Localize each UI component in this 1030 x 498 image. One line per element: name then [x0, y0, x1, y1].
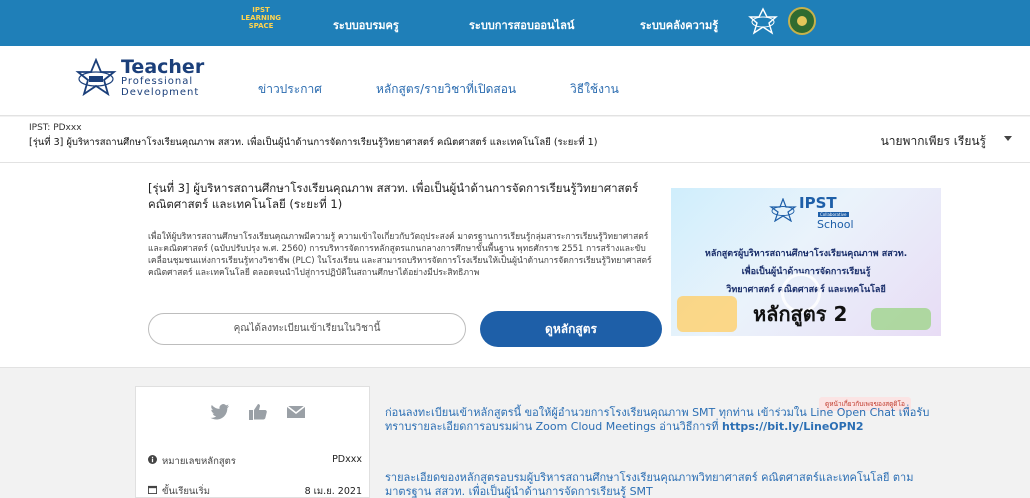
announcement: ก่อนลงทะเบียนเข้าหลักสูตรนี้ ขอให้ผู้อำน…: [385, 406, 935, 434]
site-header: Teacher Professional Development ข่าวประ…: [0, 46, 1030, 116]
course-code-label: หมายเลขหลักสูตร: [162, 456, 236, 467]
view-course-button[interactable]: ดูหลักสูตร: [480, 311, 662, 347]
course-title: [รุ่นที่ 3] ผู้บริหารสถานศึกษาโรงเรียนคุ…: [29, 137, 598, 148]
menu-news[interactable]: ข่าวประกาศ: [258, 80, 322, 99]
nav-teacher-training[interactable]: ระบบอบรมครู: [333, 16, 399, 34]
brand-line-3: SPACE: [248, 22, 274, 30]
course-detail-text: รายละเอียดของหลักสูตรอบรมผู้บริหารสถานศึ…: [385, 471, 914, 498]
brand-line-2: LEARNING: [240, 14, 282, 22]
course-video-thumbnail[interactable]: IPST Collaborative School หลักสูตรผู้บริ…: [671, 188, 941, 336]
thumbnail-line-1: หลักสูตรผู้บริหารสถานศึกษาโรงเรียนคุณภาพ…: [704, 249, 908, 259]
brand-line-1: IPST: [252, 6, 270, 14]
nav-online-exam[interactable]: ระบบการสอบออนไลน์: [469, 16, 574, 34]
course-card-title: [รุ่นที่ 3] ผู้บริหารสถานศึกษาโรงเรียนคุ…: [148, 181, 639, 211]
nav-knowledge-base[interactable]: ระบบคลังความรู้: [640, 16, 718, 34]
teacher-professional-development-logo[interactable]: Teacher Professional Development: [75, 58, 204, 98]
share-icons: [210, 403, 306, 421]
enrolled-status-field: คุณได้ลงทะเบียนเข้าเรียนในวิชานี้: [148, 313, 466, 345]
chevron-down-icon[interactable]: [1004, 136, 1012, 141]
course-description: เพื่อให้ผู้บริหารสถานศึกษาโรงเรียนคุณภาพ…: [148, 232, 652, 278]
tpd-emblem-icon: [75, 58, 117, 97]
menu-courses[interactable]: หลักสูตร/รายวิชาที่เปิดสอน: [376, 80, 516, 99]
ipst-emblem-icon: [769, 198, 797, 222]
ipst-learning-space-logo[interactable]: IPST LEARNING SPACE: [236, 6, 286, 30]
course-title-strip: IPST: PDxxx [รุ่นที่ 3] ผู้บริหารสถานศึก…: [0, 117, 1030, 163]
thumbs-up-icon[interactable]: [248, 403, 268, 421]
twitter-icon[interactable]: [210, 403, 230, 421]
thumbnail-course-label: หลักสูตร 2: [753, 302, 848, 326]
illustration-decor: [677, 296, 737, 332]
calendar-icon: [148, 485, 157, 494]
course-code-value: PDxxx: [332, 454, 362, 465]
logo-title: Teacher: [121, 56, 205, 78]
thumbnail-ipst: IPST: [799, 194, 837, 212]
ministry-seal-icon: [788, 7, 816, 35]
ipst-emblem-icon: [748, 7, 778, 35]
thumbnail-collab: Collaborative: [818, 212, 849, 217]
user-menu[interactable]: นายพากเพียร เรียนรู้: [881, 132, 986, 151]
start-date-value: 8 เม.ย. 2021: [304, 486, 362, 497]
illustration-decor: [871, 308, 931, 330]
top-navigation-bar: IPST LEARNING SPACE ระบบอบรมครู ระบบการส…: [0, 0, 1030, 46]
logo-subtitle-1: Professional: [121, 76, 194, 87]
course-card: [รุ่นที่ 3] ผู้บริหารสถานศึกษาโรงเรียนคุ…: [0, 163, 1030, 368]
email-icon[interactable]: [286, 403, 306, 421]
start-date-label: ขั้นเรียนเริ่ม: [162, 486, 211, 497]
course-code: IPST: PDxxx: [29, 123, 82, 133]
logo-subtitle-2: Development: [121, 87, 200, 98]
line-open-chat-link[interactable]: https://bit.ly/LineOPN2: [722, 420, 864, 433]
partner-logos: [748, 7, 816, 35]
thumbnail-school: School: [817, 218, 854, 231]
menu-how-to-use[interactable]: วิธีใช้งาน: [570, 80, 619, 99]
info-icon: [148, 455, 157, 464]
course-info-panel: หมายเลขหลักสูตร PDxxx ขั้นเรียนเริ่ม 8 เ…: [135, 386, 370, 498]
